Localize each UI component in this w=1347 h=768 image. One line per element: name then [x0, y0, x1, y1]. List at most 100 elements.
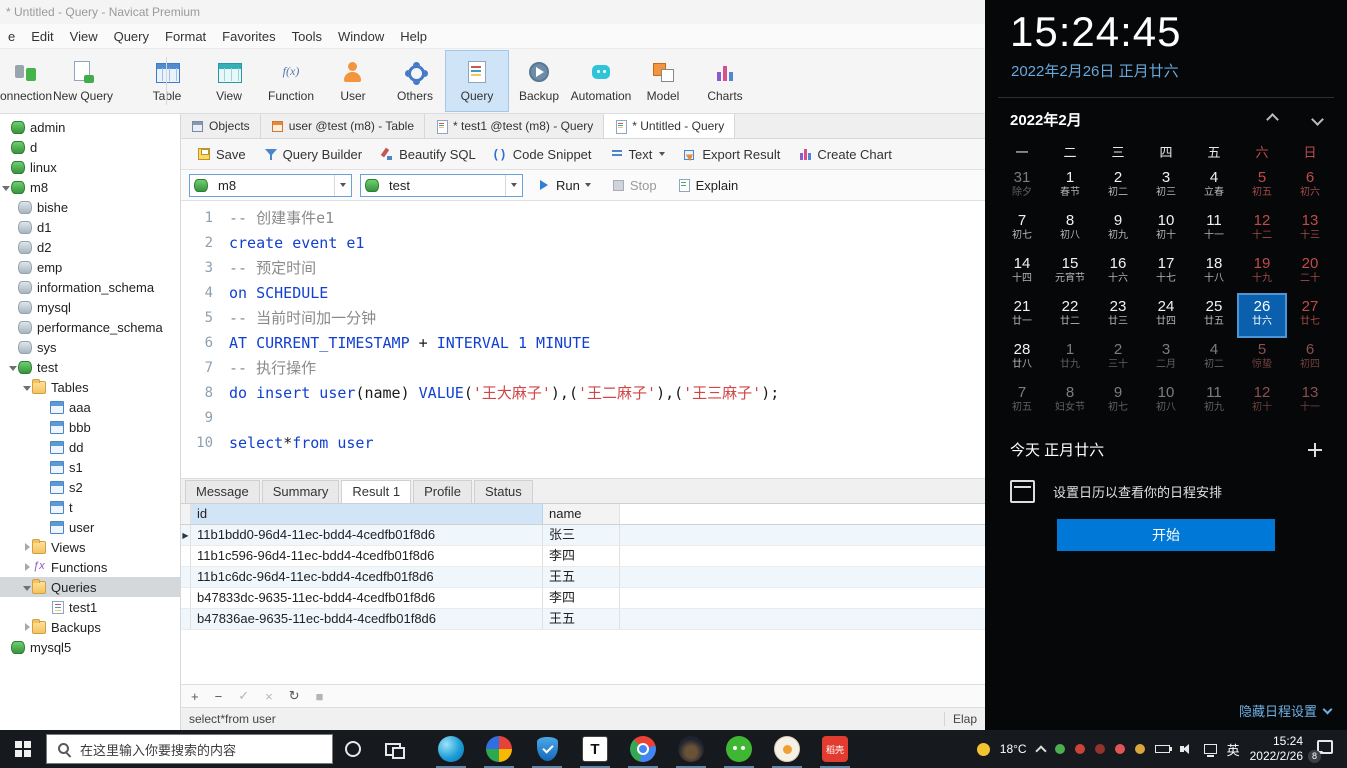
tree-item[interactable]: dd — [0, 437, 180, 457]
calendar-day[interactable]: 11 初九 — [1190, 380, 1238, 423]
calendar-day[interactable]: 31 除夕 — [998, 165, 1046, 208]
tree-item[interactable]: t — [0, 497, 180, 517]
language-indicator[interactable]: 英 — [1227, 740, 1240, 759]
record-tool-icon[interactable]: ■ — [316, 689, 324, 704]
column-header-name[interactable]: name — [543, 504, 620, 524]
calendar-day[interactable]: 7 初五 — [998, 380, 1046, 423]
menu-item[interactable]: Tools — [284, 29, 330, 44]
calendar-next-icon[interactable] — [1311, 113, 1324, 126]
tree-expand-icon[interactable] — [1, 157, 11, 177]
table-row[interactable]: b47836ae-9635-11ec-bdd4-4cedfb01f8d6 王五 — [181, 609, 985, 630]
document-tab[interactable]: * Untitled - Query — [604, 114, 735, 138]
cell-id[interactable]: 11b1c596-96d4-11ec-bdd4-4cedfb01f8d6 — [191, 546, 543, 566]
tree-item[interactable]: sys — [0, 337, 180, 357]
taskbar-search[interactable]: 在这里输入你要搜索的内容 — [46, 734, 333, 764]
calendar-day[interactable]: 3 二月 — [1142, 337, 1190, 380]
menu-item[interactable]: View — [62, 29, 106, 44]
tree-expand-icon[interactable] — [40, 597, 50, 617]
tree-expand-icon[interactable] — [8, 237, 18, 257]
tree-item[interactable]: mysql — [0, 297, 180, 317]
tree-item[interactable]: Functions — [0, 557, 180, 577]
table-row[interactable]: b47833dc-9635-11ec-bdd4-4cedfb01f8d6 李四 — [181, 588, 985, 609]
tree-expand-icon[interactable] — [40, 397, 50, 417]
calendar-day[interactable]: 13 十一 — [1286, 380, 1334, 423]
taskbar-app-button[interactable] — [619, 730, 667, 768]
toolbar-button[interactable]: New Query — [52, 51, 114, 111]
calendar-day[interactable]: 4 初二 — [1190, 337, 1238, 380]
toolbar-button[interactable]: Automation — [570, 51, 632, 111]
query-tool-button[interactable]: Query Builder — [258, 142, 368, 166]
menu-item[interactable]: Help — [392, 29, 435, 44]
query-tool-button[interactable]: Export Result — [677, 142, 786, 166]
tray-clock[interactable]: 15:24 2022/2/26 — [1250, 734, 1303, 764]
query-tool-button[interactable]: Create Chart — [792, 142, 897, 166]
tree-expand-icon[interactable] — [8, 277, 18, 297]
table-row[interactable]: ▶ 11b1bdd0-96d4-11ec-bdd4-4cedfb01f8d6 张… — [181, 525, 985, 546]
cell-id[interactable]: b47833dc-9635-11ec-bdd4-4cedfb01f8d6 — [191, 588, 543, 608]
chevron-down-icon[interactable] — [505, 175, 522, 196]
toolbar-button[interactable]: Backup — [508, 51, 570, 111]
calendar-day[interactable]: 13 十三 — [1286, 208, 1334, 251]
tree-expand-icon[interactable] — [1, 137, 11, 157]
calendar-day[interactable]: 27 廿七 — [1286, 294, 1334, 337]
explain-button[interactable]: Explain — [671, 173, 745, 197]
tree-expand-icon[interactable] — [8, 297, 18, 317]
battery-icon[interactable] — [1155, 745, 1170, 753]
tree-item[interactable]: Backups — [0, 617, 180, 637]
calendar-day[interactable]: 10 初八 — [1142, 380, 1190, 423]
cell-name[interactable]: 王五 — [543, 567, 620, 587]
calendar-day[interactable]: 10 初十 — [1142, 208, 1190, 251]
calendar-day[interactable]: 15 元宵节 — [1046, 251, 1094, 294]
tree-expand-icon[interactable] — [40, 477, 50, 497]
connection-select[interactable]: m8 — [189, 174, 352, 197]
menu-item[interactable]: Favorites — [214, 29, 283, 44]
calendar-day[interactable]: 11 十一 — [1190, 208, 1238, 251]
query-tool-button[interactable]: Code Snippet — [488, 142, 598, 166]
cell-id[interactable]: b47836ae-9635-11ec-bdd4-4cedfb01f8d6 — [191, 609, 543, 629]
run-button[interactable]: Run — [531, 173, 597, 197]
record-tool-icon[interactable]: × — [265, 689, 273, 704]
calendar-day[interactable]: 1 春节 — [1046, 165, 1094, 208]
cell-id[interactable]: 11b1c6dc-96d4-11ec-bdd4-4cedfb01f8d6 — [191, 567, 543, 587]
toolbar-button[interactable]: Table — [136, 51, 198, 111]
calendar-day[interactable]: 2 三十 — [1094, 337, 1142, 380]
notification-button[interactable]: 8 — [1317, 740, 1333, 759]
tree-item[interactable]: linux — [0, 157, 180, 177]
tree-expand-icon[interactable] — [22, 617, 32, 637]
tree-expand-icon[interactable] — [22, 577, 32, 597]
calendar-day[interactable]: 25 廿五 — [1190, 294, 1238, 337]
calendar-day[interactable]: 5 初五 — [1238, 165, 1286, 208]
table-row[interactable]: 11b1c6dc-96d4-11ec-bdd4-4cedfb01f8d6 王五 — [181, 567, 985, 588]
database-select[interactable]: test — [360, 174, 523, 197]
tree-item[interactable]: d1 — [0, 217, 180, 237]
calendar-day[interactable]: 6 初四 — [1286, 337, 1334, 380]
menu-item[interactable]: Window — [330, 29, 392, 44]
calendar-day[interactable]: 6 初六 — [1286, 165, 1334, 208]
cell-id[interactable]: 11b1bdd0-96d4-11ec-bdd4-4cedfb01f8d6 — [191, 525, 543, 545]
calendar-day[interactable]: 26 廿六 — [1238, 294, 1286, 337]
tree-expand-icon[interactable] — [8, 357, 18, 377]
taskbar-app-button[interactable] — [475, 730, 523, 768]
tree-item[interactable]: bbb — [0, 417, 180, 437]
tree-item[interactable]: information_schema — [0, 277, 180, 297]
tree-expand-icon[interactable] — [8, 337, 18, 357]
tree-item[interactable]: s1 — [0, 457, 180, 477]
calendar-day[interactable]: 1 廿九 — [1046, 337, 1094, 380]
tray-status-icon[interactable] — [1075, 744, 1085, 754]
calendar-day[interactable]: 5 惊蛰 — [1238, 337, 1286, 380]
cortana-button[interactable] — [333, 730, 373, 768]
tree-item[interactable]: test1 — [0, 597, 180, 617]
query-tool-button[interactable]: Beautify SQL — [374, 142, 482, 166]
hide-agenda-link[interactable]: 隐藏日程设置 — [1239, 701, 1331, 720]
cell-name[interactable]: 张三 — [543, 525, 620, 545]
tree-item[interactable]: Queries — [0, 577, 180, 597]
calendar-day[interactable]: 9 初七 — [1094, 380, 1142, 423]
tree-expand-icon[interactable] — [8, 257, 18, 277]
document-tab[interactable]: user @test (m8) - Table — [261, 114, 425, 138]
calendar-day[interactable]: 21 廿一 — [998, 294, 1046, 337]
tree-expand-icon[interactable] — [40, 517, 50, 537]
start-button[interactable] — [0, 730, 46, 768]
tray-status-icon[interactable] — [1115, 744, 1125, 754]
tree-item[interactable]: test — [0, 357, 180, 377]
calendar-day[interactable]: 8 妇女节 — [1046, 380, 1094, 423]
